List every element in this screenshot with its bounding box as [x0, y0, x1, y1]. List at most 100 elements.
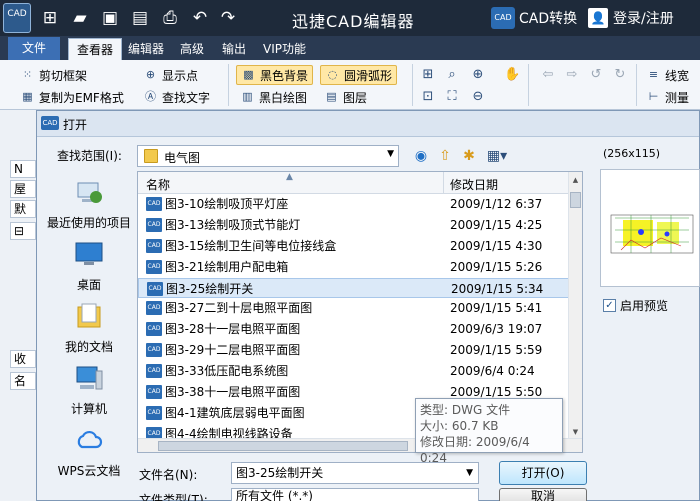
find-text-button[interactable]: Ⓐ 查找文字 — [143, 87, 210, 107]
ribbon-divider — [228, 64, 229, 106]
open-folder-icon[interactable]: ▰ — [69, 7, 91, 29]
back-arrow-icon[interactable]: ⇦ — [540, 67, 556, 83]
show-point-button[interactable]: ⊕ 显示点 — [143, 65, 198, 85]
file-row[interactable]: CAD 图3-21绘制用户配电箱 2009/1/15 5:26 — [138, 257, 570, 278]
scroll-down-icon[interactable]: ▼ — [569, 426, 582, 438]
emf-icon: ▦ — [22, 90, 33, 103]
filetype-value: 所有文件 (*.*) — [236, 489, 313, 501]
cancel-button[interactable]: 取消 — [499, 488, 587, 501]
file-row[interactable]: CAD 图3-33低压配电系统图 2009/6/4 0:24 — [138, 361, 570, 382]
zoom-in-icon[interactable]: ⊕ — [470, 67, 486, 83]
cad-convert-button[interactable]: CAD CAD转换 — [491, 6, 577, 30]
zoom-out-icon[interactable]: ⊖ — [470, 89, 486, 105]
forward-arrow-icon[interactable]: ⇨ — [564, 67, 580, 83]
recent-icon — [77, 182, 102, 203]
print-icon[interactable]: ⎙ — [159, 7, 181, 29]
redo-icon[interactable]: ↷ — [217, 7, 239, 29]
tab-vip[interactable]: VIP功能 — [255, 38, 314, 60]
find-text-label: 查找文字 — [162, 90, 211, 105]
file-row-selected[interactable]: CAD 图3-25绘制开关 2009/1/15 5:34 — [138, 277, 570, 299]
enable-preview-label: 启用预览 — [620, 299, 669, 313]
view-menu-icon[interactable]: ▦▾ — [483, 146, 511, 166]
dwg-file-icon: CAD — [146, 217, 162, 232]
pan-hand-icon[interactable]: ✋ — [504, 67, 520, 83]
file-row[interactable]: CAD 图3-27二到十层电照平面图 2009/1/15 5:41 — [138, 298, 570, 319]
tab-file[interactable]: 文件 — [8, 37, 60, 60]
place-wps-cloud[interactable]: WPS云文档 — [43, 425, 135, 479]
tab-editor[interactable]: 编辑器 — [120, 38, 172, 60]
undo-icon[interactable]: ↶ — [189, 7, 211, 29]
save-as-icon[interactable]: ▤ — [129, 7, 151, 29]
cloud-icon — [77, 430, 103, 449]
file-name: 图4-1建筑底层弱电平面图 — [165, 405, 305, 420]
dwg-file-icon: CAD — [146, 259, 162, 274]
clip-frame-button[interactable]: ⁙ 剪切框架 — [20, 65, 87, 85]
filetype-select[interactable]: 所有文件 (*.*) — [231, 488, 479, 501]
ribbon-panel: ⁙ 剪切框架 ▦ 复制为EMF格式 ⊕ 显示点 Ⓐ 查找文字 ▩ 黑色背景 ▥ 黑白绘图 ◌… — [0, 60, 700, 110]
black-background-button[interactable]: ▩ 黑色背景 — [236, 65, 314, 85]
place-recent[interactable]: 最近使用的项目 — [43, 177, 135, 231]
background-cell: 屋 — [10, 180, 36, 198]
file-name: 图3-38十一层电照平面图 — [165, 385, 301, 400]
measure-button[interactable]: ⊢ 测量 — [646, 87, 689, 107]
file-name: 图3-10绘制吸顶平灯座 — [165, 197, 289, 211]
smooth-arc-icon: ◌ — [327, 68, 338, 81]
place-label: 计算机 — [70, 402, 107, 416]
dwg-file-icon: CAD — [147, 281, 163, 296]
up-folder-icon[interactable]: ⇧ — [435, 146, 455, 166]
file-row[interactable]: CAD 图3-13绘制吸顶式节能灯 2009/1/15 4:25 — [138, 215, 570, 236]
column-name[interactable]: 名称 — [146, 176, 170, 193]
layers-label: 图层 — [343, 90, 368, 105]
save-icon[interactable]: ▣ — [99, 7, 121, 29]
scroll-up-icon[interactable]: ▲ — [569, 174, 582, 186]
file-row[interactable]: CAD 图3-28十一层电照平面图 2009/6/3 19:07 — [138, 319, 570, 340]
tab-viewer[interactable]: 查看器 — [68, 38, 123, 60]
fit-screen-icon[interactable]: ⛶ — [444, 89, 460, 105]
rotate-left-icon[interactable]: ↺ — [588, 67, 604, 83]
zoom-search-icon[interactable]: ⌕ — [444, 67, 460, 83]
file-row[interactable]: CAD 图3-15绘制卫生间等电位接线盒 2009/1/15 4:30 — [138, 236, 570, 257]
place-documents[interactable]: 我的文档 — [43, 301, 135, 355]
tab-output[interactable]: 输出 — [214, 38, 254, 60]
enable-preview-checkbox[interactable]: ✓ 启用预览 — [603, 297, 668, 314]
dwg-file-icon: CAD — [146, 364, 162, 379]
rotate-right-icon[interactable]: ↻ — [612, 67, 628, 83]
places-bar: 最近使用的项目 桌面 我的文档 计算机 WPS云文档 — [43, 171, 135, 481]
zoom-window-icon[interactable]: ⊞ — [420, 67, 436, 83]
open-dialog: CAD 打开 查找范围(I): 电气图 ▼ ◉ ⇧ ✱ ▦▾ 最近使用的项目 桌… — [36, 110, 700, 501]
zoom-extents-icon[interactable]: ⊡ — [420, 89, 436, 105]
open-button[interactable]: 打开(O) — [499, 461, 587, 485]
place-label: 桌面 — [76, 278, 101, 292]
column-date[interactable]: 修改日期 — [450, 176, 498, 193]
copy-emf-button[interactable]: ▦ 复制为EMF格式 — [20, 87, 124, 107]
place-desktop[interactable]: 桌面 — [43, 239, 135, 293]
file-date: 2009/1/12 6:37 — [450, 197, 543, 211]
new-file-icon[interactable]: ⊞ — [39, 7, 61, 29]
background-cell: ⊟ — [10, 222, 36, 240]
file-row[interactable]: CAD 图3-29十二层电照平面图 2009/1/15 5:59 — [138, 340, 570, 361]
vertical-scrollbar[interactable]: ▲ ▼ — [568, 172, 582, 440]
file-tooltip: 类型: DWG 文件 大小: 60.7 KB 修改日期: 2009/6/4 0:… — [415, 398, 563, 465]
smooth-arc-button[interactable]: ◌ 圆滑弧形 — [320, 65, 398, 85]
hscroll-thumb[interactable] — [158, 441, 408, 451]
chevron-down-icon[interactable]: ▼ — [466, 463, 473, 483]
login-button[interactable]: 👤 登录/注册 — [588, 6, 674, 30]
bw-draw-button[interactable]: ▥ 黑白绘图 — [240, 87, 307, 107]
column-divider[interactable] — [443, 172, 444, 194]
linewidth-button[interactable]: ≡ 线宽 — [646, 65, 689, 85]
checkbox-checked-icon[interactable]: ✓ — [603, 299, 616, 312]
scroll-thumb[interactable] — [570, 192, 581, 208]
new-folder-icon[interactable]: ✱ — [459, 146, 479, 166]
tab-advanced[interactable]: 高级 — [172, 38, 212, 60]
look-in-select[interactable]: 电气图 ▼ — [137, 145, 399, 167]
ruler-icon: ⊢ — [648, 90, 659, 103]
file-row[interactable]: CAD 图3-10绘制吸顶平灯座 2009/1/12 6:37 — [138, 194, 570, 215]
place-computer[interactable]: 计算机 — [43, 363, 135, 417]
sort-ascending-icon: ▲ — [286, 172, 293, 182]
layers-button[interactable]: ▤ 图层 — [324, 87, 367, 107]
back-icon[interactable]: ◉ — [411, 146, 431, 166]
filename-input[interactable]: 图3-25绘制开关 ▼ — [231, 462, 479, 484]
file-name: 图3-15绘制卫生间等电位接线盒 — [165, 238, 337, 253]
place-label: WPS云文档 — [57, 464, 121, 478]
file-name: 图3-27二到十层电照平面图 — [165, 301, 313, 316]
